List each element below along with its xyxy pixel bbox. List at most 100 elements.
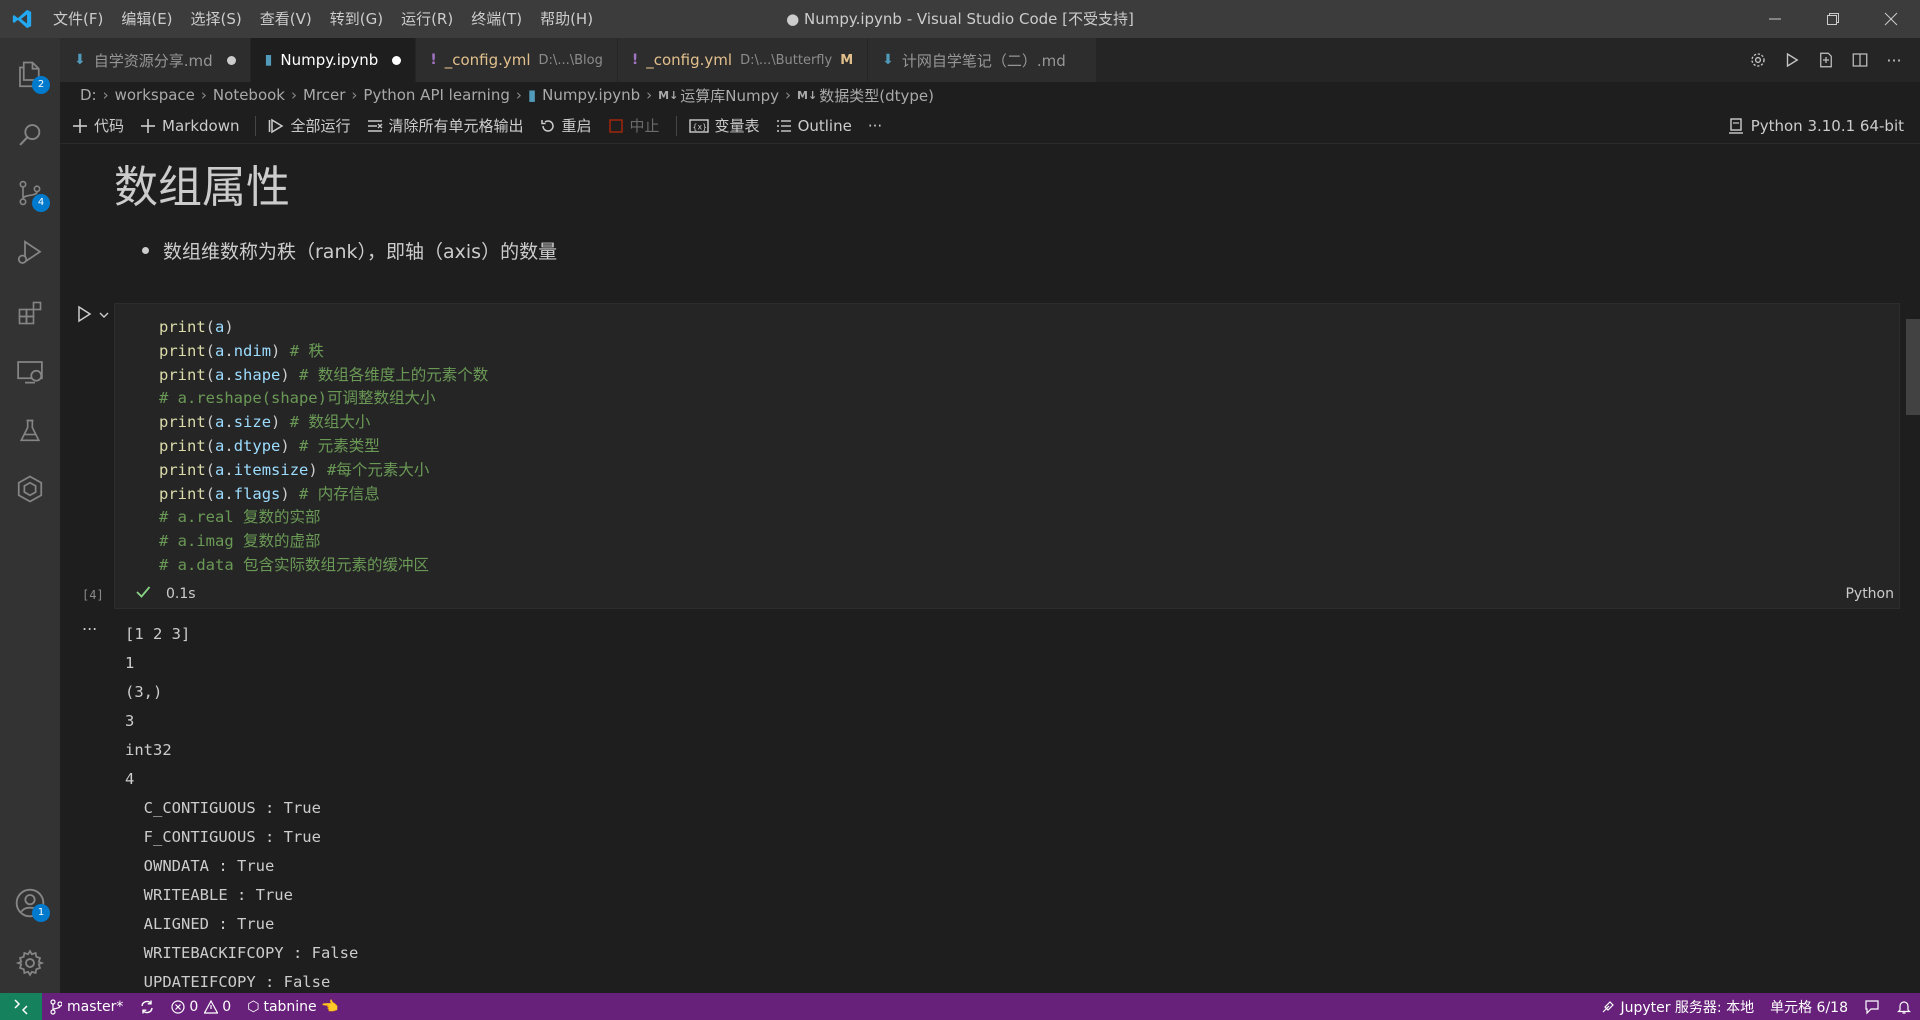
restore-button[interactable] [1804,0,1862,38]
notifications-button[interactable] [1888,993,1920,1020]
branch-label: master* [67,998,124,1015]
explorer-button[interactable]: 2 [0,46,60,104]
minimize-button[interactable] [1746,0,1804,38]
more-actions-icon[interactable]: ··· [1884,50,1904,70]
run-all-icon [268,118,284,134]
menu-view[interactable]: 查看(V) [251,0,321,38]
settings-gear-icon[interactable] [1748,50,1768,70]
jupyter-server-status[interactable]: Jupyter 服务器: 本地 [1593,993,1762,1020]
menu-selection[interactable]: 选择(S) [182,0,251,38]
menu-help[interactable]: 帮助(H) [531,0,602,38]
dirty-indicator-icon[interactable] [392,55,402,65]
dirty-indicator-icon[interactable] [226,55,236,65]
feedback-button[interactable] [1856,993,1888,1020]
tabnine-status[interactable]: ⬡ tabnine 👈 [239,993,346,1020]
warnings-count: 0 [222,998,232,1015]
code-line: # a.reshape(shape)可调整数组大小 [159,387,488,411]
run-debug-button[interactable] [0,224,60,282]
breadcrumb-item[interactable]: D: [80,86,97,104]
manage-button[interactable] [0,934,60,992]
code-token: # a.real 复数的实部 [159,508,321,527]
code-token: print [159,460,206,479]
breadcrumb-item[interactable]: 数据类型(dtype) [819,85,934,106]
editor-tabs: ⬇ 自学资源分享.md ▮ Numpy.ipynb ! _config.yml … [60,38,1920,82]
output-line: C_CONTIGUOUS : True [125,799,321,817]
output-line: WRITEBACKIFCOPY : False [125,944,359,962]
outline-button[interactable]: Outline [776,117,852,135]
clear-all-outputs-button[interactable]: 清除所有单元格输出 [367,115,524,136]
menu-go[interactable]: 转到(G) [321,0,392,38]
scrollbar-thumb[interactable] [1906,319,1920,415]
cell-position-status[interactable]: 单元格 6/18 [1762,993,1856,1020]
split-editor-icon[interactable] [1850,50,1870,70]
testing-button[interactable] [0,402,60,460]
stop-icon [608,118,624,134]
code-token: a [215,436,225,455]
tab-config-butterfly[interactable]: ! _config.yml D:\...\Butterfly M [617,38,869,82]
variables-button[interactable]: {x} 变量表 [688,115,760,136]
source-control-button[interactable]: 4 [0,164,60,222]
breadcrumb-item[interactable]: workspace [115,86,195,104]
kernel-picker[interactable]: Python 3.10.1 64-bit [1728,108,1904,144]
cell-output: [1 2 3] 1 (3,) 3 int32 4 C_CONTIGUOUS : True … [125,620,358,993]
sync-button[interactable] [131,993,163,1020]
jupyter-button[interactable] [0,460,60,518]
menu-terminal[interactable]: 终端(T) [462,0,531,38]
tab-numpy-ipynb[interactable]: ▮ Numpy.ipynb [250,38,417,82]
output-line: WRITEABLE : True [125,886,293,904]
tab-config-blog[interactable]: ! _config.yml D:\...\Blog [416,38,618,82]
code-editor[interactable]: print(a) print(a.ndim) # 秩 print(a.shape) … [159,316,488,578]
breadcrumb-item[interactable]: Numpy.ipynb [542,86,640,104]
run-all-label: 全部运行 [290,117,351,135]
menu-edit[interactable]: 编辑(E) [112,0,181,38]
add-code-cell-button[interactable]: 代码 [72,115,124,136]
tabnine-icon: ⬡ [247,998,260,1015]
tab-label: _config.yml [444,51,531,69]
tab-zixue-md[interactable]: ⬇ 自学资源分享.md [60,38,251,82]
search-button[interactable] [0,106,60,164]
code-token: a [215,460,225,479]
remote-explorer-button[interactable] [0,343,60,401]
restart-kernel-button[interactable]: 重启 [540,115,592,136]
cell-language-button[interactable]: Python [1845,586,1894,602]
extensions-button[interactable] [0,284,60,342]
code-token: . [224,484,234,503]
menu-run[interactable]: 运行(R) [392,0,462,38]
open-changes-icon[interactable] [1816,50,1836,70]
code-cell[interactable]: print(a) print(a.ndim) # 秩 print(a.shape) … [114,303,1900,609]
interrupt-kernel-button[interactable]: 中止 [608,115,660,136]
variables-icon: {x} [688,118,709,134]
code-line: print(a.size) # 数组大小 [159,411,488,435]
branch-status[interactable]: master* [42,993,131,1020]
more-toolbar-button[interactable]: ··· [868,117,882,135]
search-icon [19,124,41,146]
add-markdown-cell-button[interactable]: Markdown [140,117,239,135]
breadcrumb-item[interactable]: Python API learning [363,86,509,104]
breadcrumb-item[interactable]: Mrcer [303,86,345,104]
breadcrumb-item[interactable]: Notebook [213,86,285,104]
menu-file[interactable]: 文件(F) [44,0,112,38]
code-token: ( [205,318,216,336]
title-bar: 文件(F) 编辑(E) 选择(S) 查看(V) 转到(G) 运行(R) 终端(T… [0,0,1920,38]
execution-duration: 0.1s [166,586,196,602]
close-window-button[interactable] [1862,0,1920,38]
code-token: ) [280,365,300,384]
run-all-button[interactable]: 全部运行 [268,115,351,136]
code-token: ( [205,365,216,384]
tab-jiwang-md[interactable]: ⬇ 计网自学笔记（二）.md [868,38,1097,82]
code-token: print [159,318,206,336]
problems-status[interactable]: 0 0 [163,993,239,1020]
code-token: ( [205,436,216,455]
run-cell-icon[interactable] [76,305,92,327]
run-icon[interactable] [1782,50,1802,70]
clear-all-icon [367,118,383,134]
accounts-button[interactable]: 1 [0,874,60,932]
close-icon [1884,12,1898,26]
code-token: ) [308,460,328,479]
output-line: [1 2 3] [125,625,191,643]
breadcrumb-item[interactable]: 运算库Numpy [680,85,779,106]
chevron-down-icon[interactable] [98,307,110,325]
code-token: print [159,436,206,455]
remote-indicator[interactable] [0,993,42,1020]
output-more-button[interactable]: ... [82,615,97,634]
